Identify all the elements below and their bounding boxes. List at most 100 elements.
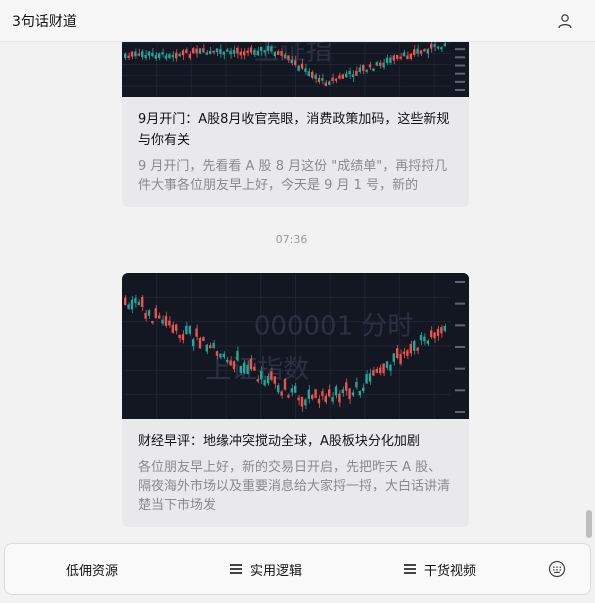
candle	[127, 55, 130, 58]
candle	[300, 396, 304, 407]
candle	[266, 376, 270, 384]
keyboard-icon[interactable]	[527, 544, 587, 594]
candle	[181, 334, 185, 341]
candle	[229, 50, 232, 55]
candle	[392, 353, 395, 362]
candle	[277, 51, 280, 55]
candle	[195, 328, 198, 337]
candle	[236, 47, 239, 54]
candle	[362, 387, 365, 391]
candle	[413, 49, 416, 55]
candle	[297, 397, 300, 401]
candle	[219, 49, 222, 54]
article-title: 9月开门：A股8月收官亮眼，消费政策加码，这些新规与你有关	[138, 112, 450, 148]
candle	[161, 319, 164, 324]
candle	[389, 57, 392, 63]
candle	[402, 351, 406, 355]
candle	[317, 398, 321, 404]
candle	[229, 360, 232, 366]
candle	[209, 50, 212, 54]
candle	[430, 43, 433, 49]
menu-item-practical-logic[interactable]: 实用逻辑	[179, 544, 353, 594]
menu-item-low-commission[interactable]: 低佣资源	[5, 544, 179, 594]
scrollbar[interactable]	[585, 42, 593, 540]
candle	[188, 325, 191, 334]
candle	[338, 393, 341, 403]
candle	[239, 365, 242, 373]
article-thumbnail: 000001 分时 上证指数	[122, 273, 469, 419]
candle	[358, 390, 361, 396]
candle	[164, 315, 168, 326]
candle	[321, 78, 324, 81]
candle	[362, 65, 365, 71]
candle	[331, 77, 334, 81]
candle	[287, 395, 290, 398]
chart-watermark: 000001 分时	[254, 311, 414, 341]
article-card[interactable]: 000001 分时 上证指数 财经早评：地缘冲突搅动全球，A股板块分化加剧 各位朋…	[122, 273, 469, 527]
candle	[124, 297, 127, 305]
candle	[406, 350, 409, 356]
candle	[294, 385, 297, 393]
candle	[134, 297, 137, 303]
candle	[433, 44, 436, 47]
candle	[175, 324, 178, 331]
candle	[256, 379, 259, 382]
candle	[328, 389, 331, 397]
candle	[389, 364, 392, 371]
candle	[198, 338, 202, 349]
candle	[222, 353, 225, 358]
candle	[273, 376, 276, 384]
menu-item-label: 干货视频	[423, 563, 476, 579]
candle	[188, 54, 191, 58]
candle	[358, 67, 361, 72]
candle	[127, 304, 130, 309]
candle	[154, 308, 157, 319]
candle	[226, 360, 229, 363]
candle	[185, 49, 188, 53]
candle	[144, 54, 147, 59]
candle	[406, 55, 409, 60]
candle	[368, 373, 372, 382]
scrollbar-thumb[interactable]	[586, 510, 592, 538]
candle	[260, 371, 263, 380]
candle	[287, 55, 290, 61]
candle	[324, 395, 327, 403]
article-card[interactable]: 上证指 9月开门：A股8月收官亮眼，消费政策加码，这些新规与你有关 9 月开门，…	[122, 42, 469, 207]
candle	[314, 389, 317, 398]
menu-item-label: 实用逻辑	[249, 563, 302, 579]
candle	[283, 54, 287, 59]
user-icon[interactable]	[555, 11, 575, 31]
candle	[164, 55, 168, 59]
candle	[351, 74, 355, 78]
candlestick-chart-image: 上证指	[122, 42, 469, 97]
candle	[416, 48, 419, 54]
candle	[270, 371, 273, 380]
candle	[246, 364, 249, 375]
candle	[355, 70, 358, 76]
candle	[341, 389, 344, 394]
candle	[124, 53, 127, 58]
candle	[130, 51, 134, 57]
candle	[375, 62, 378, 66]
candle	[443, 325, 446, 332]
candle	[253, 366, 256, 371]
candle	[399, 56, 402, 59]
candle	[334, 78, 338, 81]
candle	[195, 48, 198, 54]
menu-icon	[403, 564, 416, 574]
candle	[409, 344, 412, 354]
candle	[426, 340, 429, 344]
candle	[382, 363, 385, 374]
candle	[433, 332, 436, 339]
message-list[interactable]: 上证指 9月开门：A股8月收官亮眼，消费政策加码，这些新规与你有关 9 月开门，…	[0, 42, 583, 540]
message-timestamp: 07:36	[275, 233, 308, 246]
candle	[385, 361, 389, 368]
candle	[239, 51, 242, 56]
candle	[321, 391, 324, 396]
candle	[181, 50, 185, 56]
candle	[423, 336, 426, 342]
candlestick-chart-image: 000001 分时上证指数	[122, 273, 469, 419]
candle	[253, 49, 256, 55]
menu-item-label: 低佣资源	[65, 563, 118, 579]
menu-item-videos[interactable]: 干货视频	[353, 544, 527, 594]
